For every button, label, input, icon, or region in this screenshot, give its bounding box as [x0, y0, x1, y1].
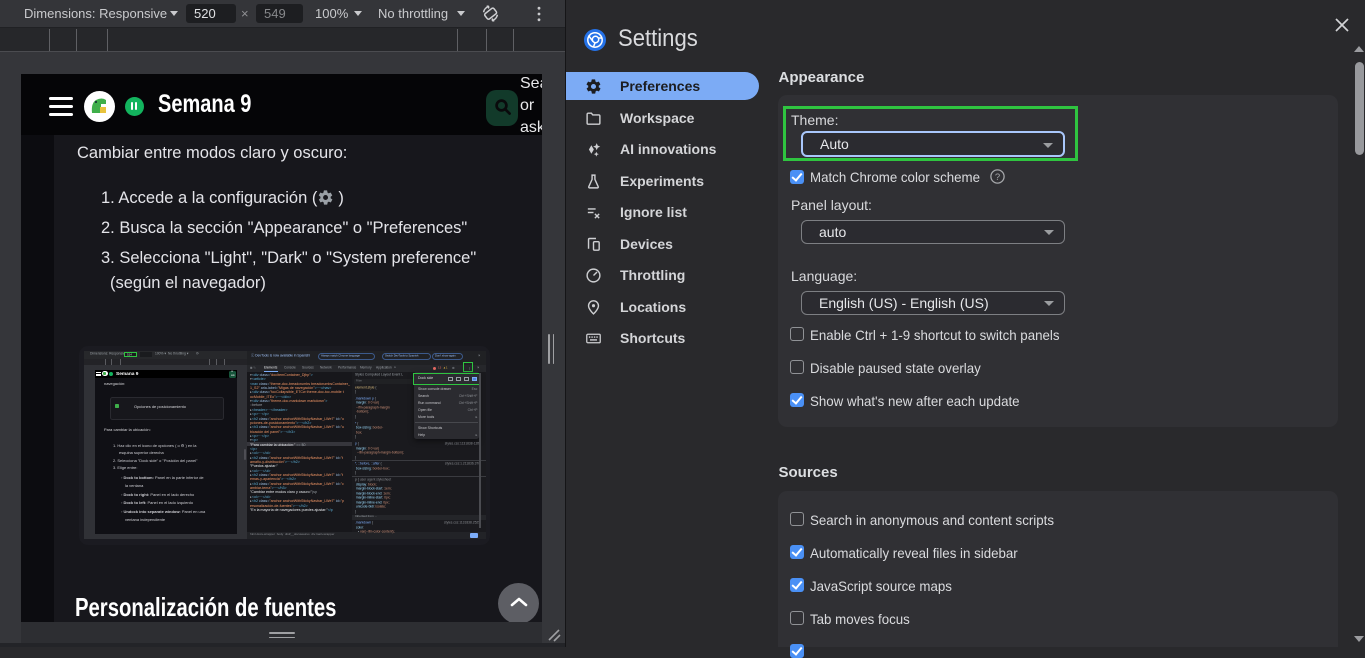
- svg-text:?: ?: [995, 172, 1000, 183]
